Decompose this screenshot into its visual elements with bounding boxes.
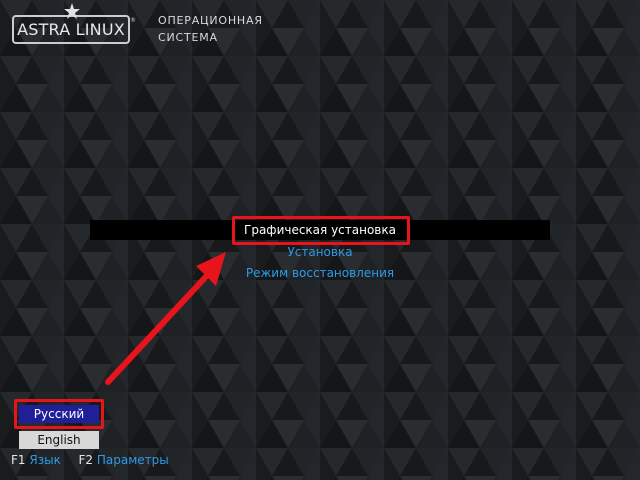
astra-linux-logo: ASTRA LINUX [12, 15, 130, 44]
menu-item-recovery-mode[interactable]: Режим восстановления [90, 263, 550, 283]
menu-item-install[interactable]: Установка [90, 242, 550, 262]
os-subtitle-line2: СИСТЕМА [158, 31, 218, 44]
boot-screen: ASTRA LINUX ® ОПЕРАЦИОННАЯ СИСТЕМА Графи… [0, 0, 640, 480]
f1-key: F1 [11, 453, 26, 467]
logo-trademark: ® [130, 17, 136, 24]
logo-text: ASTRA LINUX [17, 20, 125, 39]
f1-language-link[interactable]: Язык [29, 453, 60, 467]
f2-parameters-link[interactable]: Параметры [97, 453, 169, 467]
annotation-highlight-language [14, 399, 104, 429]
os-subtitle-line1: ОПЕРАЦИОННАЯ [158, 14, 263, 27]
f2-key: F2 [78, 453, 94, 467]
language-option-english[interactable]: English [19, 431, 99, 449]
function-key-bar: F1 Язык F2 Параметры [11, 452, 169, 468]
annotation-highlight-menu [232, 216, 410, 245]
star-icon [64, 3, 80, 19]
